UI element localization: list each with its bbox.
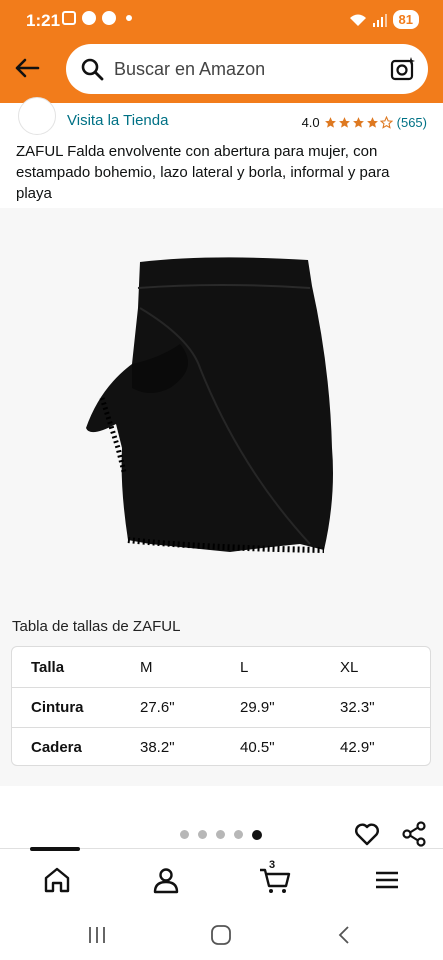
- star-full-icon: [338, 117, 350, 128]
- size-chart-table: Talla M L XL Cintura 27.6" 29.9" 32.3" C…: [11, 646, 431, 766]
- back-button[interactable]: [12, 53, 42, 83]
- table-cell: 38.2": [140, 739, 175, 756]
- product-title: ZAFUL Falda envolvente con abertura para…: [16, 143, 390, 202]
- facebook-icon: [102, 11, 116, 25]
- table-cell: 27.6": [140, 699, 175, 716]
- visit-store-link[interactable]: Visita la Tienda: [67, 112, 168, 129]
- back-system-icon[interactable]: [334, 924, 356, 946]
- rating-summary[interactable]: 4.0 (565): [302, 115, 427, 130]
- home-icon[interactable]: [42, 865, 72, 895]
- rating-value: 4.0: [301, 115, 320, 130]
- search-icon: [81, 58, 104, 81]
- table-cell: 29.9": [240, 699, 275, 716]
- carousel-dot[interactable]: [180, 830, 189, 839]
- carousel-dot[interactable]: [216, 830, 225, 839]
- app-header: 1:21 81 Buscar en Amazon: [0, 0, 443, 103]
- signal-icon: [372, 13, 387, 27]
- rating-stars: [324, 116, 393, 129]
- more-notifications-dot: [126, 15, 132, 21]
- carousel-dot-active[interactable]: [252, 830, 262, 840]
- table-cell: 42.9": [340, 739, 375, 756]
- table-row-label: Cadera: [31, 739, 82, 756]
- status-notification-icons: [62, 11, 132, 25]
- star-full-icon: [366, 117, 378, 128]
- size-chart-title: Tabla de tallas de ZAFUL: [12, 618, 181, 635]
- image-controls: [0, 786, 443, 848]
- search-input[interactable]: Buscar en Amazon: [114, 59, 428, 80]
- carousel-dot[interactable]: [234, 830, 243, 839]
- star-empty-icon: [379, 116, 393, 129]
- store-row: Visita la Tienda 4.0 (565): [0, 97, 443, 139]
- star-full-icon: [352, 117, 364, 128]
- menu-icon[interactable]: [372, 865, 402, 895]
- carousel-dots[interactable]: [180, 830, 262, 840]
- camera-search-icon[interactable]: [390, 56, 416, 82]
- table-row: Cintura 27.6" 29.9" 32.3": [12, 687, 430, 727]
- table-header-cell: L: [240, 658, 249, 676]
- search-bar[interactable]: Buscar en Amazon: [66, 44, 428, 94]
- table-cell: 40.5": [240, 739, 275, 756]
- product-image-gallery[interactable]: Tabla de tallas de ZAFUL Talla M L XL Ci…: [0, 208, 443, 786]
- store-logo[interactable]: [18, 97, 56, 135]
- carousel-dot[interactable]: [198, 830, 207, 839]
- message-icon: [82, 11, 96, 25]
- star-full-icon: [324, 117, 336, 128]
- active-tab-indicator: [30, 847, 80, 851]
- home-system-icon[interactable]: [210, 924, 232, 946]
- cart-count-badge: 3: [269, 859, 276, 871]
- account-icon[interactable]: [151, 865, 181, 895]
- review-count: (565): [396, 115, 427, 130]
- system-navigation-bar: [0, 906, 443, 960]
- status-bar: 1:21 81: [0, 0, 443, 40]
- table-cell: 32.3": [340, 699, 375, 716]
- table-header-cell: Talla: [31, 658, 65, 676]
- status-right: 81: [349, 10, 419, 29]
- screenshot-icon: [62, 11, 76, 25]
- table-row: Cadera 38.2" 40.5" 42.9": [12, 727, 430, 765]
- status-time: 1:21: [26, 11, 61, 30]
- table-header-cell: XL: [340, 658, 359, 676]
- battery-indicator: 81: [392, 10, 419, 29]
- arrow-left-icon: [15, 58, 40, 78]
- recent-apps-icon[interactable]: [86, 924, 108, 946]
- wifi-icon: [349, 13, 367, 27]
- cart-button[interactable]: 3: [259, 859, 291, 895]
- bottom-nav: 3: [0, 847, 443, 906]
- table-row-label: Cintura: [31, 699, 84, 716]
- table-header-cell: M: [140, 658, 153, 676]
- heart-icon[interactable]: [354, 821, 380, 847]
- table-row: Talla M L XL: [12, 647, 430, 687]
- share-icon[interactable]: [401, 821, 427, 847]
- skirt-image: [86, 257, 333, 553]
